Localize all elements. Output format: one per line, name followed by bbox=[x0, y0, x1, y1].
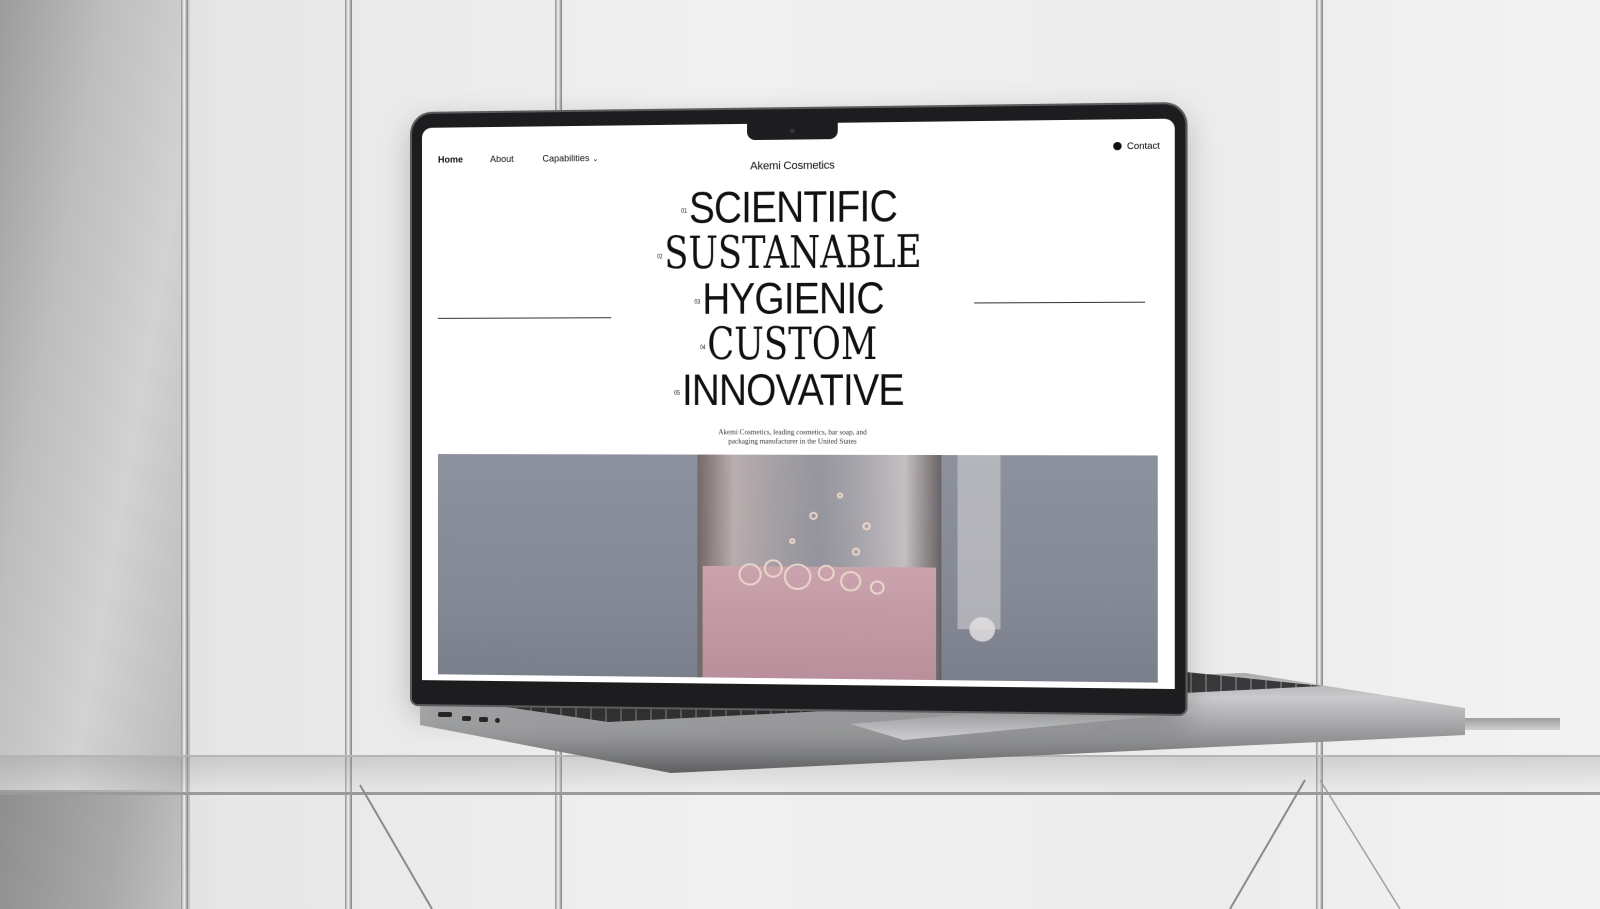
nav-about[interactable]: About bbox=[490, 154, 514, 164]
camera-icon bbox=[789, 128, 795, 134]
chevron-down-icon: ⌄ bbox=[592, 155, 599, 164]
headline-line: 01 SCIENTIFIC bbox=[681, 181, 897, 233]
nav-home[interactable]: Home bbox=[438, 154, 463, 164]
headline-line: 04 CUSTOM bbox=[700, 318, 878, 371]
headline-line: 05 INNOVATIVE bbox=[674, 365, 904, 416]
headline-line: 03 HYGIENIC bbox=[694, 273, 884, 324]
glass-pipette bbox=[957, 455, 1001, 630]
camera-notch bbox=[747, 122, 838, 141]
usb-c-port bbox=[462, 716, 471, 721]
laptop-screen: Home About Capabilities ⌄ Contact Akemi C… bbox=[421, 118, 1175, 690]
headline-word: CUSTOM bbox=[707, 318, 878, 371]
headline-line: 02 SUSTANABLE bbox=[657, 226, 922, 280]
mirror-wall-left-lower bbox=[0, 790, 190, 909]
headline-number: 02 bbox=[657, 254, 663, 261]
dot-icon bbox=[1113, 141, 1122, 151]
tagline: Akemi Cosmetics, leading cosmetics, bar … bbox=[718, 428, 867, 446]
shelf-edge bbox=[0, 792, 1600, 795]
test-tube-illustration bbox=[697, 454, 1001, 681]
headline: 01 SCIENTIFIC 02 SUSTANABLE 03 HYGIENIC 04 C… bbox=[422, 181, 1175, 416]
brand-logo[interactable]: Akemi Cosmetics bbox=[750, 159, 835, 172]
headline-number: 05 bbox=[674, 390, 680, 397]
headphone-jack bbox=[495, 718, 500, 723]
nav-capabilities-label: Capabilities bbox=[542, 153, 590, 164]
scene: Home About Capabilities ⌄ Contact Akemi C… bbox=[0, 0, 1600, 909]
pipette-droplet bbox=[969, 616, 996, 642]
headline-number: 03 bbox=[693, 299, 700, 306]
hero-image bbox=[437, 454, 1158, 683]
contact-button[interactable]: Contact bbox=[1113, 141, 1160, 152]
headline-word: HYGIENIC bbox=[701, 273, 884, 324]
pink-liquid bbox=[702, 565, 937, 681]
usb-c-port bbox=[479, 717, 488, 722]
headline-word: SCIENTIFIC bbox=[688, 181, 897, 233]
contact-label: Contact bbox=[1126, 140, 1160, 152]
headline-word: SUSTANABLE bbox=[664, 226, 922, 280]
headline-word: INNOVATIVE bbox=[682, 365, 904, 416]
laptop-lid: Home About Capabilities ⌄ Contact Akemi C… bbox=[412, 104, 1186, 714]
nav-capabilities[interactable]: Capabilities ⌄ bbox=[542, 153, 598, 164]
magsafe-port bbox=[438, 712, 452, 717]
